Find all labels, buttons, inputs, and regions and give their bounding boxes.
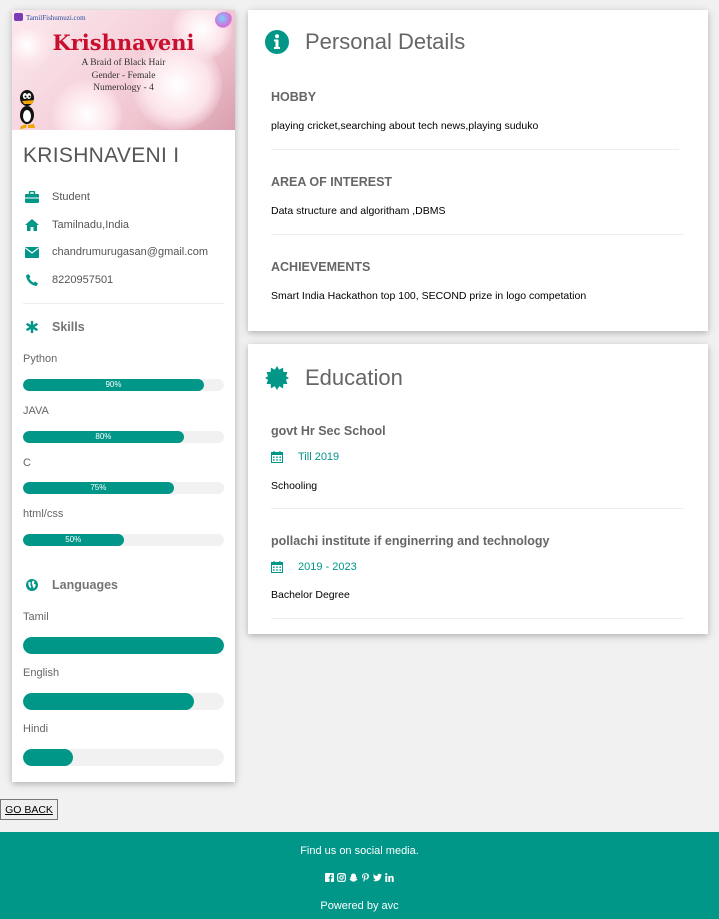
school-period-1: Till 2019	[271, 451, 339, 463]
divider	[271, 149, 679, 150]
banner-site: TamilFishumuzi.com	[26, 14, 86, 22]
school-degree-1: Schooling	[271, 480, 318, 492]
divider	[271, 234, 684, 235]
skill-label-python: Python	[23, 353, 58, 365]
email-text: chandrumurugasan@gmail.com	[52, 246, 209, 258]
envelope-icon	[23, 245, 41, 259]
calendar-icon	[271, 451, 283, 463]
phone-row: 8220957501	[23, 271, 228, 289]
role-text: Student	[52, 191, 90, 203]
education-card: Education govt Hr Sec School Till 2019 S…	[248, 344, 708, 634]
school-period-1-text: Till 2019	[298, 451, 340, 463]
certificate-icon	[265, 366, 289, 390]
snapchat-icon[interactable]	[349, 873, 358, 882]
language-label-hindi: Hindi	[23, 723, 49, 735]
languages-heading: Languages	[23, 578, 118, 592]
social-icons	[0, 873, 719, 882]
school-name-2: pollachi institute if enginerring and te…	[271, 534, 550, 548]
personal-details-title: Personal Details	[305, 29, 466, 54]
skill-bar-python: 90%	[23, 379, 224, 391]
achievements-heading: ACHIEVEMENTS	[271, 260, 371, 274]
languages-title: Languages	[52, 578, 118, 592]
personal-details-card: Personal Details HOBBY playing cricket,s…	[248, 10, 708, 331]
skill-bar-c: 75%	[23, 482, 224, 494]
email-row: chandrumurugasan@gmail.com	[23, 243, 228, 261]
banner-line-1: A Braid of Black Hair	[81, 58, 166, 68]
skill-label-htmlcss: html/css	[23, 508, 64, 520]
language-label-english: English	[23, 667, 60, 679]
education-header: Education	[265, 365, 403, 391]
corner-decoration-icon	[215, 12, 233, 28]
phone-icon	[23, 273, 41, 287]
linkedin-icon[interactable]	[385, 873, 394, 882]
pinterest-icon[interactable]	[361, 873, 370, 882]
instagram-icon[interactable]	[337, 873, 346, 882]
hobby-heading: HOBBY	[271, 90, 317, 104]
divider	[271, 618, 684, 619]
role-row: Student	[23, 188, 228, 206]
skill-fill-c: 75%	[23, 482, 174, 494]
skill-fill-python: 90%	[23, 379, 204, 391]
twitter-icon[interactable]	[373, 873, 382, 882]
divider	[271, 508, 684, 509]
skill-bar-htmlcss: 50%	[23, 534, 224, 546]
facebook-icon[interactable]	[325, 873, 334, 882]
footer: Find us on social media. Powered by avc	[0, 832, 719, 919]
banner-line-2: Gender - Female	[91, 71, 156, 81]
achievements-text: Smart India Hackathon top 100, SECOND pr…	[271, 290, 587, 302]
asterisk-icon	[23, 321, 41, 333]
globe-icon	[23, 579, 41, 591]
school-degree-2: Bachelor Degree	[271, 589, 350, 601]
skill-bar-java: 80%	[23, 431, 224, 443]
language-bar-english	[23, 693, 224, 710]
interest-text: Data structure and algoritham ,DBMS	[271, 205, 446, 217]
hobby-text: playing cricket,searching about tech new…	[271, 120, 539, 132]
home-icon	[23, 218, 41, 232]
education-title: Education	[305, 365, 403, 390]
banner-title: Krishnaveni	[52, 30, 195, 55]
language-fill-english	[23, 693, 194, 710]
school-period-2: 2019 - 2023	[271, 561, 357, 573]
skill-fill-htmlcss: 50%	[23, 534, 124, 546]
language-fill-hindi	[23, 749, 74, 766]
phone-text: 8220957501	[52, 274, 114, 286]
site-logo-icon	[14, 13, 23, 21]
interest-heading: AREA OF INTEREST	[271, 175, 393, 189]
info-circle-icon	[265, 30, 289, 54]
language-label-tamil: Tamil	[23, 611, 49, 623]
skills-title: Skills	[52, 320, 85, 334]
location-text: Tamilnadu,India	[52, 219, 130, 231]
divider	[23, 303, 224, 304]
footer-social-text: Find us on social media.	[300, 845, 419, 857]
cartoon-duck-icon	[20, 90, 35, 129]
school-period-2-text: 2019 - 2023	[298, 561, 357, 573]
profile-card: TamilFishumuzi.com Krishnaveni A Braid o…	[12, 10, 235, 782]
briefcase-icon	[23, 190, 41, 204]
skills-heading: Skills	[23, 320, 85, 334]
banner-line-3: Numerology - 4	[93, 83, 154, 93]
language-bar-tamil	[23, 637, 224, 654]
personal-details-header: Personal Details	[265, 29, 465, 55]
skill-label-java: JAVA	[23, 405, 49, 417]
calendar-icon	[271, 561, 283, 573]
profile-banner-image: TamilFishumuzi.com Krishnaveni A Braid o…	[12, 10, 235, 130]
language-bar-hindi	[23, 749, 224, 766]
profile-name: KRISHNAVENI I	[23, 144, 180, 167]
footer-powered: Powered by avc	[320, 900, 399, 912]
school-name-1: govt Hr Sec School	[271, 424, 386, 438]
location-row: Tamilnadu,India	[23, 216, 228, 234]
go-back-button[interactable]: GO BACK	[0, 799, 58, 820]
skill-fill-java: 80%	[23, 431, 184, 443]
skill-label-c: C	[23, 457, 31, 469]
language-fill-tamil	[23, 637, 224, 654]
